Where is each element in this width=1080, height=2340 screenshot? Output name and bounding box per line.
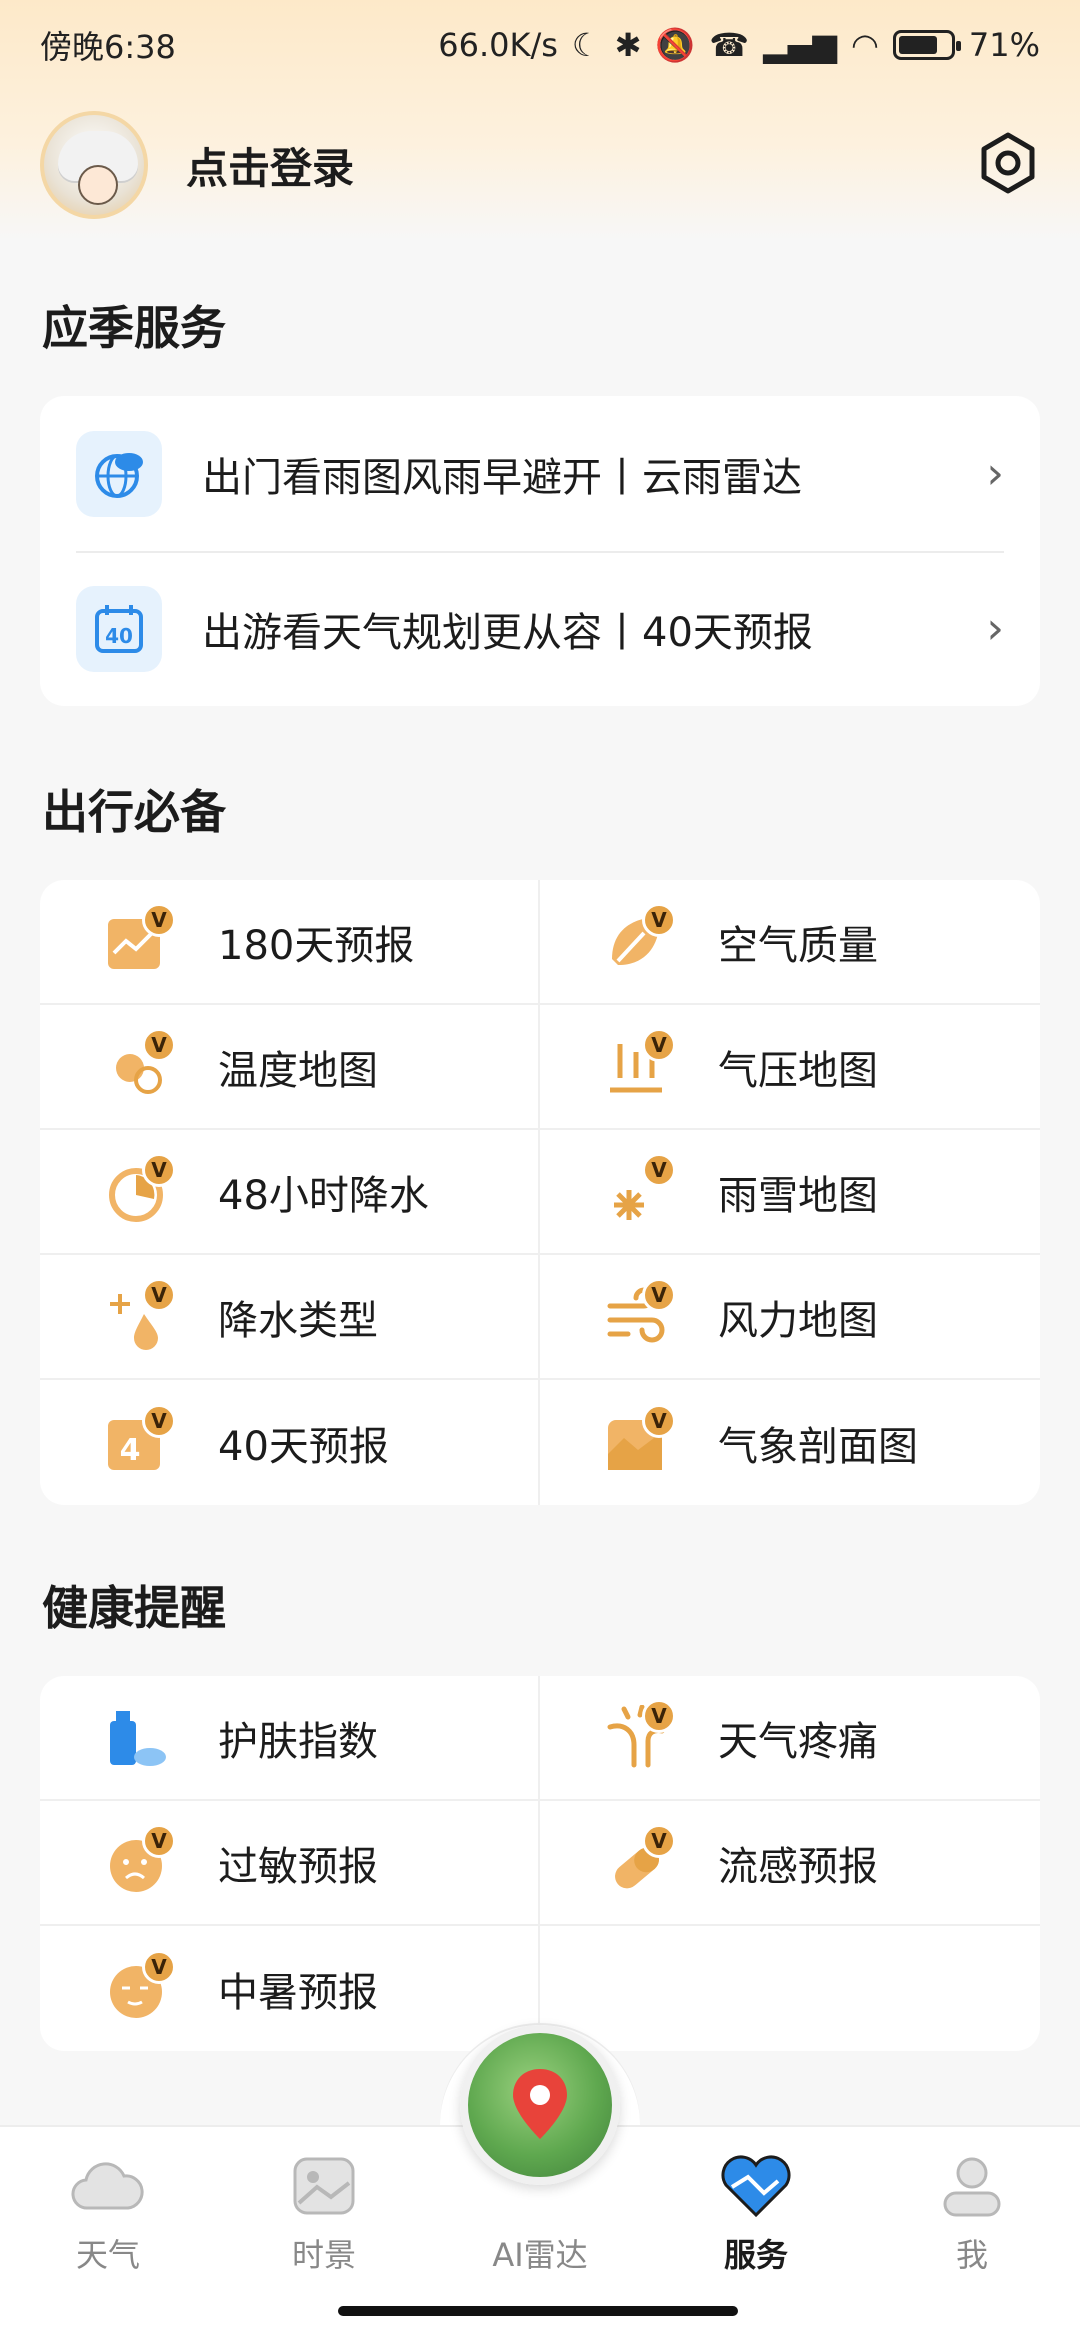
grid-item-180day[interactable]: V 180天预报 bbox=[40, 880, 540, 1005]
mute-bell-icon: 🔕 bbox=[655, 26, 696, 64]
skincare-icon bbox=[104, 1705, 170, 1771]
call-icon: ☎ bbox=[709, 26, 750, 64]
wind-icon: V bbox=[604, 1277, 676, 1350]
status-time: 傍晚6:38 bbox=[40, 28, 176, 66]
grid-item-precip-type[interactable]: V 降水类型 bbox=[40, 1255, 540, 1380]
chevron-right-icon: › bbox=[986, 603, 1004, 654]
login-area[interactable]: 点击登录 bbox=[40, 111, 354, 219]
allergy-face-icon: V bbox=[104, 1823, 176, 1896]
grid-item-skincare[interactable]: 护肤指数 bbox=[40, 1676, 540, 1801]
grid-item-pressure-map[interactable]: V 气压地图 bbox=[540, 1005, 1040, 1130]
grid-item-profile-chart[interactable]: V 气象剖面图 bbox=[540, 1380, 1040, 1505]
grid-item-snow-rain-map[interactable]: V 雨雪地图 bbox=[540, 1130, 1040, 1255]
nav-item-weather[interactable]: 天气 bbox=[0, 2150, 216, 2276]
image-icon bbox=[284, 2150, 364, 2222]
heatstroke-face-icon: V bbox=[104, 1949, 176, 2022]
nav-item-me[interactable]: 我 bbox=[864, 2150, 1080, 2276]
health-grid: 护肤指数 V 天气疼痛 V 过敏预报 V 流感预报 V 中暑预报 bbox=[40, 1676, 1040, 2051]
leaf-icon: V bbox=[604, 902, 676, 975]
battery-icon bbox=[892, 30, 961, 60]
grid-item-flu[interactable]: V 流感预报 bbox=[540, 1801, 1040, 1926]
grid-item-48h-precip[interactable]: V 48小时降水 bbox=[40, 1130, 540, 1255]
profile-header: 点击登录 bbox=[40, 110, 1040, 220]
grid-item-weather-pain[interactable]: V 天气疼痛 bbox=[540, 1676, 1040, 1801]
svg-text:40: 40 bbox=[105, 624, 133, 648]
section-title-travel: 出行必备 bbox=[42, 785, 226, 839]
signal-icon: ▂▄▆ bbox=[763, 26, 837, 64]
network-speed: 66.0K/s bbox=[438, 26, 558, 64]
grid-item-air-quality[interactable]: V 空气质量 bbox=[540, 880, 1040, 1005]
battery-percent: 71% bbox=[968, 26, 1040, 64]
grid-item-heatstroke[interactable]: V 中暑预报 bbox=[40, 1926, 540, 2051]
flu-pill-icon: V bbox=[604, 1823, 676, 1896]
pressure-arrows-icon: V bbox=[604, 1027, 676, 1100]
sun-thermometer-icon: V bbox=[104, 1027, 176, 1100]
avatar[interactable] bbox=[40, 111, 148, 219]
home-indicator bbox=[338, 2306, 738, 2316]
cloud-rain-globe-icon bbox=[76, 430, 162, 517]
grid-item-allergy[interactable]: V 过敏预报 bbox=[40, 1801, 540, 1926]
chevron-right-icon: › bbox=[986, 448, 1004, 499]
snow-rain-icon: V bbox=[604, 1152, 676, 1225]
grid-item-empty bbox=[540, 1926, 1040, 2051]
health-grid-card: 护肤指数 V 天气疼痛 V 过敏预报 V 流感预报 V 中暑预报 bbox=[40, 1676, 1040, 2051]
wifi-icon: ◠ bbox=[850, 26, 879, 64]
calendar-40-icon: 40 bbox=[76, 585, 162, 672]
section-title-seasonal: 应季服务 bbox=[42, 301, 226, 355]
grid-item-40day[interactable]: 4 V 40天预报 bbox=[40, 1380, 540, 1505]
cloud-icon bbox=[68, 2150, 148, 2222]
joint-pain-icon: V bbox=[604, 1698, 676, 1771]
person-icon bbox=[932, 2150, 1012, 2222]
settings-gear-icon[interactable] bbox=[976, 131, 1040, 199]
service-label: 出门看雨图风雨早避开丨云雨雷达 bbox=[202, 454, 802, 501]
forecast-40-icon: 4 V bbox=[104, 1403, 176, 1476]
travel-grid: V 180天预报 V 空气质量 V 温度地图 V 气压地图 V 48小时降水 V… bbox=[40, 880, 1040, 1505]
status-bar: 傍晚6:38 66.0K/s ☾ ✱ 🔕 ☎ ▂▄▆ ◠ 71% bbox=[0, 0, 1080, 90]
grid-item-wind-map[interactable]: V 风力地图 bbox=[540, 1255, 1040, 1380]
service-label: 出游看天气规划更从容丨40天预报 bbox=[202, 609, 813, 656]
status-icons: 66.0K/s ☾ ✱ 🔕 ☎ ▂▄▆ ◠ 71% bbox=[438, 26, 1040, 64]
services-page: 傍晚6:38 66.0K/s ☾ ✱ 🔕 ☎ ▂▄▆ ◠ 71% 点击登录 应季… bbox=[0, 0, 1080, 2340]
nav-item-scenery[interactable]: 时景 bbox=[216, 2150, 432, 2276]
service-item-radar[interactable]: 出门看雨图风雨早避开丨云雨雷达 › bbox=[40, 396, 1040, 551]
rain-48-icon: V bbox=[104, 1152, 176, 1225]
nav-item-services[interactable]: 服务 bbox=[648, 2150, 864, 2276]
svg-text:4: 4 bbox=[120, 1433, 141, 1468]
nav-item-ai-radar[interactable]: AI雷达 bbox=[432, 2150, 648, 2276]
heart-service-icon bbox=[716, 2150, 796, 2222]
radar-location-icon bbox=[513, 2069, 567, 2139]
chart-180-icon: V bbox=[104, 902, 176, 975]
travel-grid-card: V 180天预报 V 空气质量 V 温度地图 V 气压地图 V 48小时降水 V… bbox=[40, 880, 1040, 1505]
nav-items: 天气 时景 AI雷达 服务 我 bbox=[0, 2150, 1080, 2276]
seasonal-services-card: 出门看雨图风雨早避开丨云雨雷达 › 40 出游看天气规划更从容丨40天预报 › bbox=[40, 396, 1040, 706]
precip-type-icon: V bbox=[104, 1277, 176, 1350]
service-item-40day[interactable]: 40 出游看天气规划更从容丨40天预报 › bbox=[40, 551, 1040, 706]
bluetooth-icon: ✱ bbox=[614, 26, 642, 64]
section-title-health: 健康提醒 bbox=[42, 1581, 226, 1635]
grid-item-temperature-map[interactable]: V 温度地图 bbox=[40, 1005, 540, 1130]
login-link[interactable]: 点击登录 bbox=[186, 135, 354, 196]
profile-chart-icon: V bbox=[604, 1403, 676, 1476]
moon-icon: ☾ bbox=[571, 26, 601, 64]
